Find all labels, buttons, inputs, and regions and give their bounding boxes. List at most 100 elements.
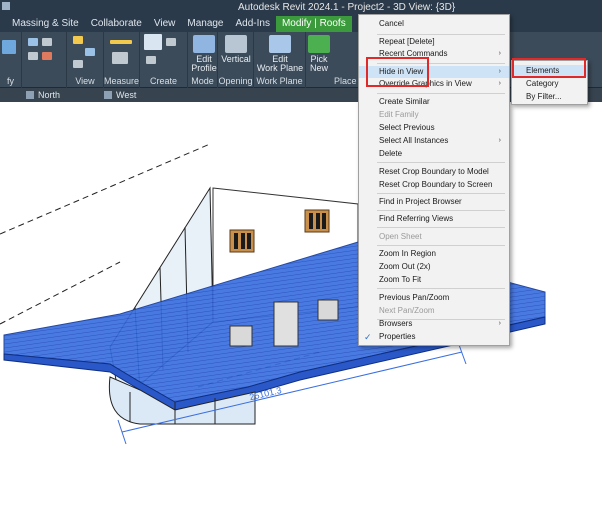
ribbon-group-label: Mode xyxy=(191,76,214,86)
view-tab-west[interactable]: West xyxy=(104,89,136,101)
ribbon-group-view: View xyxy=(67,32,104,88)
menu-item-select-previous[interactable]: Select Previous xyxy=(359,122,509,134)
menu-item-next-pan-zoom: Next Pan/Zoom xyxy=(379,306,435,315)
lightbulb-icon[interactable] xyxy=(73,36,83,44)
ribbon-tabs: Massing & Site Collaborate View Manage A… xyxy=(0,16,376,32)
menu-item-previous-pan-zoom[interactable]: Previous Pan/Zoom xyxy=(359,292,509,304)
ribbon-group-label: fy xyxy=(6,76,14,86)
menu-item-create-similar[interactable]: Create Similar xyxy=(359,96,509,108)
chevron-right-icon: › xyxy=(498,320,501,327)
quick-access-toolbar xyxy=(2,2,10,10)
vertical-opening-icon xyxy=(225,35,247,53)
tab-manage[interactable]: Manage xyxy=(181,16,229,32)
window-title: Autodesk Revit 2024.1 - Project2 - 3D Vi… xyxy=(238,2,456,13)
menu-item-find-in-project-browser[interactable]: Find in Project Browser xyxy=(359,196,509,208)
chevron-right-icon: › xyxy=(498,80,501,87)
menu-separator xyxy=(377,210,505,211)
submenu-item-category[interactable]: Category xyxy=(512,78,587,90)
menu-item-delete[interactable]: Delete xyxy=(359,148,509,160)
window-pane xyxy=(247,233,251,249)
tab-view[interactable]: View xyxy=(148,16,182,32)
tab-collaborate[interactable]: Collaborate xyxy=(85,16,148,32)
ribbon-group-mode: Edit Profile Mode xyxy=(188,32,218,88)
menu-item-open-sheet: Open Sheet xyxy=(379,232,422,241)
ribbon-group-create: Create xyxy=(140,32,188,88)
3d-view-canvas[interactable]: 25101.3 xyxy=(0,102,602,505)
menu-separator xyxy=(377,93,505,94)
view-tool-icon[interactable] xyxy=(73,60,83,68)
tool-icon[interactable] xyxy=(28,52,38,60)
ribbon-group-modify: fy xyxy=(0,32,22,88)
create-icon[interactable] xyxy=(144,34,162,50)
chevron-right-icon: › xyxy=(498,137,501,144)
dropdown-icon[interactable] xyxy=(2,2,10,10)
window-pane xyxy=(234,233,238,249)
annotation-box-elements xyxy=(512,58,586,78)
menu-item-zoom-out[interactable]: Zoom Out (2x) xyxy=(359,261,509,273)
ribbon-group-label: View xyxy=(75,76,95,86)
chevron-right-icon: › xyxy=(498,68,501,75)
window-pane xyxy=(316,213,320,229)
window xyxy=(229,325,253,347)
create-icon[interactable] xyxy=(166,38,176,46)
menu-item-repeat-delete[interactable]: Repeat [Delete] xyxy=(359,36,509,48)
ribbon-group-clipboard xyxy=(22,32,67,88)
crop-boundary-line xyxy=(0,261,121,325)
ribbon-group-place: Pick New Place xyxy=(306,32,358,88)
model-drawing: 25101.3 xyxy=(0,143,546,445)
ribbon-group-opening: Vertical Opening xyxy=(218,32,254,88)
annotation-box-hide-in-view xyxy=(366,57,429,87)
menu-item-cancel[interactable]: Cancel xyxy=(359,18,509,30)
edit-profile-icon xyxy=(193,35,215,53)
tab-massing-site[interactable]: Massing & Site xyxy=(6,16,85,32)
submenu-item-by-filter[interactable]: By Filter... xyxy=(512,91,587,103)
menu-separator xyxy=(377,288,505,289)
view-tool-icon[interactable] xyxy=(85,48,95,56)
title-bar: Autodesk Revit 2024.1 - Project2 - 3D Vi… xyxy=(0,0,602,32)
window xyxy=(317,299,339,321)
menu-item-zoom-in-region[interactable]: Zoom In Region xyxy=(359,248,509,260)
window-pane xyxy=(309,213,313,229)
crop-boundary-line xyxy=(0,143,211,235)
tab-add-ins[interactable]: Add-Ins xyxy=(230,16,276,32)
dimension-tick xyxy=(117,419,127,445)
ribbon-group-label: Measure xyxy=(104,76,140,86)
create-icon[interactable] xyxy=(146,56,156,64)
menu-item-find-referring-views[interactable]: Find Referring Views xyxy=(359,213,509,225)
ribbon-group-label: Work Plane xyxy=(256,76,303,86)
work-plane-icon xyxy=(269,35,291,53)
checkmark-icon: ✓ xyxy=(364,332,372,342)
edit-profile-button[interactable]: Edit Profile xyxy=(190,35,218,73)
edit-work-plane-button[interactable]: Edit Work Plane xyxy=(256,35,304,73)
vertical-button[interactable]: Vertical xyxy=(220,35,252,64)
menu-item-zoom-to-fit[interactable]: Zoom To Fit xyxy=(359,274,509,286)
tool-icon[interactable] xyxy=(28,38,38,46)
door xyxy=(273,301,299,347)
window-pane xyxy=(241,233,245,249)
menu-separator xyxy=(377,245,505,246)
ribbon-group-label: Opening xyxy=(218,76,253,86)
modify-icon[interactable] xyxy=(2,40,16,54)
menu-item-reset-crop-screen[interactable]: Reset Crop Boundary to Screen xyxy=(359,179,509,191)
ribbon-group-work-plane: Edit Work Plane Work Plane xyxy=(254,32,306,88)
elevation-icon xyxy=(26,91,34,99)
ruler-icon[interactable] xyxy=(110,40,132,44)
elevation-icon xyxy=(104,91,112,99)
menu-item-select-all-instances[interactable]: Select All Instances › xyxy=(359,135,509,147)
menu-item-reset-crop-model[interactable]: Reset Crop Boundary to Model xyxy=(359,166,509,178)
tool-icon[interactable] xyxy=(42,38,52,46)
view-tab-north[interactable]: North xyxy=(26,89,60,101)
pick-new-button[interactable]: Pick New xyxy=(306,35,332,73)
menu-separator xyxy=(377,34,505,35)
ribbon-group-label: Place xyxy=(334,76,357,86)
menu-item-properties[interactable]: ✓ Properties xyxy=(359,331,509,343)
menu-item-browsers[interactable]: Browsers › xyxy=(359,318,509,330)
tool-icon[interactable] xyxy=(42,52,52,60)
menu-item-edit-family: Edit Family xyxy=(379,110,419,119)
tab-modify-roofs[interactable]: Modify | Roofs xyxy=(275,16,352,32)
chevron-right-icon: › xyxy=(498,50,501,57)
dimension-icon[interactable] xyxy=(112,52,128,64)
menu-separator xyxy=(377,193,505,194)
revit-window: Autodesk Revit 2024.1 - Project2 - 3D Vi… xyxy=(0,0,602,505)
window-pane xyxy=(322,213,326,229)
